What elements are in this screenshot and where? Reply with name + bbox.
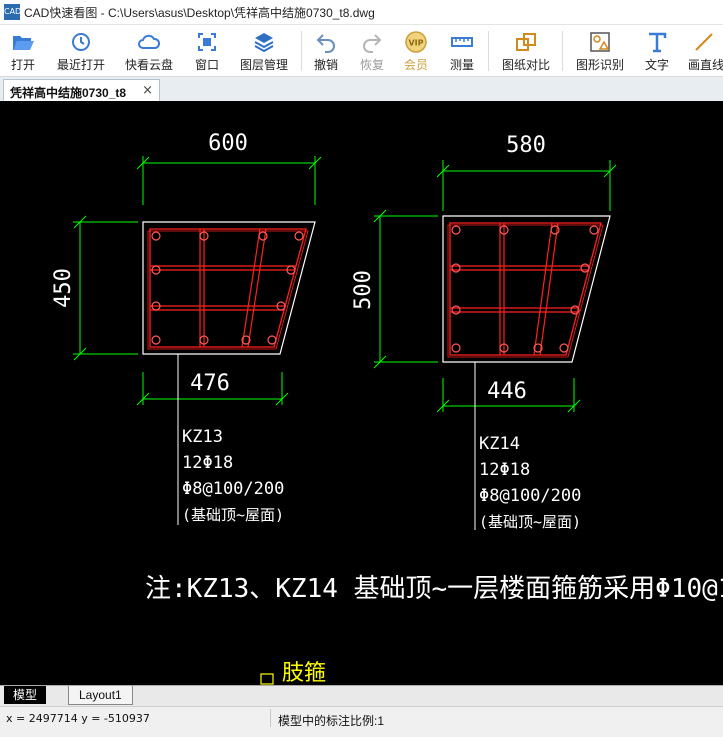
layout-tab-bar: 模型 Layout1 xyxy=(0,685,723,706)
rebar-spec: 12Φ18 xyxy=(479,460,530,480)
column-kz13: 600 450 476 KZ13 12Φ18 Φ8@100/200 (基础顶~屋… xyxy=(51,131,322,525)
cursor-coordinates: x = 2497714 y = -510937 xyxy=(6,712,150,725)
text-icon xyxy=(649,32,667,53)
range-spec: (基础顶~屋面) xyxy=(182,506,284,524)
window-icon xyxy=(198,33,216,51)
layers-icon xyxy=(254,33,274,53)
draw-line-button[interactable]: 画直线 xyxy=(684,25,723,76)
rebar-bars xyxy=(151,231,304,345)
partial-text: 肢箍 xyxy=(282,661,326,685)
range-spec: (基础顶~屋面) xyxy=(479,513,581,531)
drawing-canvas[interactable]: 600 450 476 KZ13 12Φ18 Φ8@100/200 (基础顶~屋… xyxy=(0,101,723,685)
column-kz14: 580 500 446 KZ14 12Φ18 Φ8@100/200 (基础顶~屋… xyxy=(351,133,617,531)
redo-button[interactable]: 恢复 xyxy=(354,25,390,76)
recent-open-button[interactable]: 最近打开 xyxy=(50,25,112,76)
ruler-icon xyxy=(451,37,473,47)
inner-ties xyxy=(150,228,296,348)
dimension-top-kz14 xyxy=(436,160,617,211)
column-outline xyxy=(142,221,316,355)
dimension-top-kz13 xyxy=(136,156,322,205)
window-button[interactable]: 窗口 xyxy=(186,25,228,76)
text-button[interactable]: 文字 xyxy=(638,25,676,76)
drawing-compare-button[interactable]: 图纸对比 xyxy=(496,25,556,76)
partial-symbol xyxy=(260,673,274,685)
status-bar: x = 2497714 y = -510937 模型中的标注比例:1 xyxy=(0,706,723,737)
toolbar-separator xyxy=(488,31,489,71)
note-text: 注:KZ13、KZ14 基础顶~一层楼面箍筋采用Φ10@100 xyxy=(145,574,723,604)
cloud-icon xyxy=(138,34,161,49)
open-button[interactable]: 打开 xyxy=(0,25,46,76)
shape-recognize-icon xyxy=(590,32,610,52)
dim-label-446: 446 xyxy=(487,379,527,404)
document-tab-bar: 凭祥高中结施0730_t8 × xyxy=(0,77,723,102)
dimension-left-kz14 xyxy=(373,209,438,369)
document-tab[interactable]: 凭祥高中结施0730_t8 × xyxy=(3,79,160,102)
window-title: CAD快速看图 - C:\Users\asus\Desktop\凭祥高中结施07… xyxy=(24,6,375,20)
column-name-kz14: KZ14 xyxy=(479,434,520,454)
dim-label-500: 500 xyxy=(351,270,376,310)
line-icon xyxy=(694,33,713,51)
measure-button[interactable]: 测量 xyxy=(444,25,480,76)
column-outline xyxy=(442,215,611,363)
layer-manager-button[interactable]: 图层管理 xyxy=(234,25,294,76)
compare-icon xyxy=(516,33,536,51)
cloud-drive-button[interactable]: 快看云盘 xyxy=(118,25,180,76)
toolbar: 打开 最近打开 快看云盘 窗口 图层管理 撤销 恢复 VIP 会员 测量 图纸对… xyxy=(0,25,723,77)
outer-stirrup xyxy=(149,228,307,348)
history-icon xyxy=(72,33,90,51)
outer-stirrup xyxy=(449,222,602,356)
undo-button[interactable]: 撤销 xyxy=(308,25,344,76)
toolbar-separator xyxy=(301,31,302,71)
svg-text:VIP: VIP xyxy=(408,39,423,48)
vip-button[interactable]: VIP 会员 xyxy=(398,25,434,76)
cad-drawing: 600 450 476 KZ13 12Φ18 Φ8@100/200 (基础顶~屋… xyxy=(51,131,723,685)
close-icon[interactable]: × xyxy=(142,83,153,98)
status-divider xyxy=(270,709,271,727)
document-tab-label: 凭祥高中结施0730_t8 xyxy=(10,86,127,100)
redo-icon xyxy=(363,34,382,53)
folder-open-icon xyxy=(13,36,34,50)
rebar-spec: 12Φ18 xyxy=(182,453,233,473)
annotation-scale[interactable]: 模型中的标注比例:1 xyxy=(278,712,384,729)
inner-ties xyxy=(450,222,590,356)
dim-label-476: 476 xyxy=(190,371,230,396)
tab-model[interactable]: 模型 xyxy=(4,686,46,704)
vip-icon: VIP xyxy=(405,31,427,53)
shape-recognize-button[interactable]: 图形识别 xyxy=(570,25,630,76)
dim-label-600: 600 xyxy=(208,131,248,156)
rebar-bars xyxy=(451,225,599,353)
dimension-left-kz13 xyxy=(73,215,138,361)
tab-layout1[interactable]: Layout1 xyxy=(68,686,133,705)
stirrup-spec: Φ8@100/200 xyxy=(479,486,581,506)
app-logo-icon: CAD xyxy=(4,4,21,20)
column-name-kz13: KZ13 xyxy=(182,427,223,447)
stirrup-spec: Φ8@100/200 xyxy=(182,479,284,499)
toolbar-separator xyxy=(562,31,563,71)
dim-label-450: 450 xyxy=(51,268,76,308)
dim-label-580: 580 xyxy=(506,133,546,158)
undo-icon xyxy=(316,34,335,53)
title-bar: CAD CAD快速看图 - C:\Users\asus\Desktop\凭祥高中… xyxy=(0,0,723,25)
